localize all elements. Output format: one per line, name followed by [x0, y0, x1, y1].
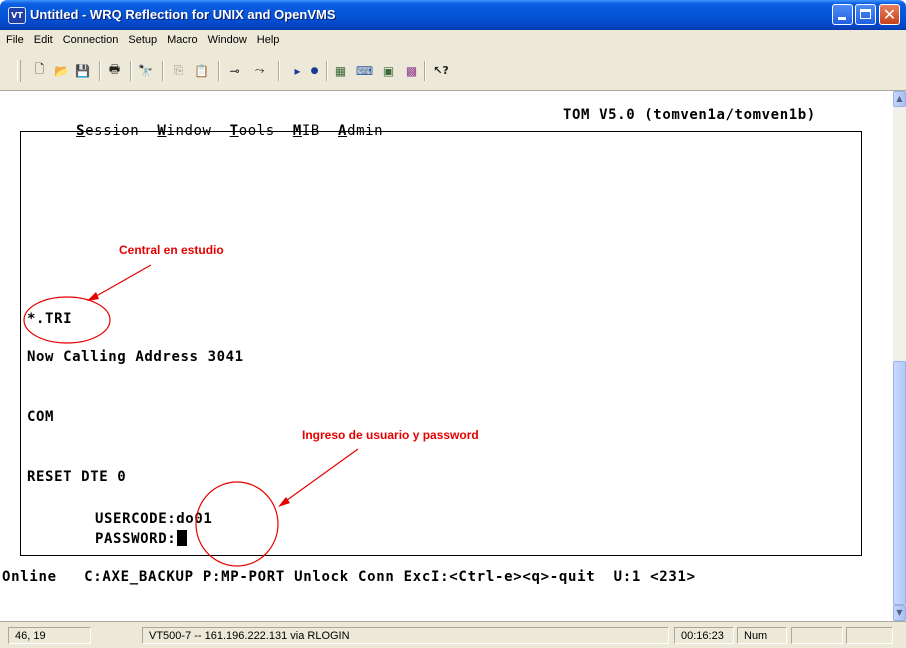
num-lock-indicator: Num	[737, 627, 787, 644]
close-button[interactable]: ✕	[879, 4, 900, 25]
menu-edit[interactable]: Edit	[29, 34, 58, 46]
toolbar-separator	[99, 61, 101, 81]
print-icon[interactable]: 🖶	[106, 62, 123, 79]
toolbar-grip[interactable]	[17, 60, 21, 82]
setup-icon[interactable]: ▦	[332, 62, 349, 79]
open-icon[interactable]: 📂	[53, 62, 70, 79]
cursor-position: 46, 19	[8, 627, 91, 644]
status-cell-empty	[791, 627, 843, 644]
colors-icon[interactable]: ▩	[403, 62, 420, 79]
window-title: Untitled - WRQ Reflection for UNIX and O…	[30, 7, 336, 22]
toolbar-separator	[218, 61, 220, 81]
copy-icon[interactable]: ⎘	[170, 62, 187, 79]
close-icon: ✕	[882, 5, 897, 24]
terminal-status-line: Online C:AXE_BACKUP P:MP-PORT Unlock Con…	[2, 569, 696, 585]
maximize-icon	[860, 9, 871, 19]
annotation-ingreso-usuario: Ingreso de usuario y password	[302, 428, 479, 442]
calling-address-line: Now Calling Address 3041	[27, 349, 244, 365]
toolbar-separator	[162, 61, 164, 81]
display-icon[interactable]: ▣	[380, 62, 397, 79]
usercode-label: USERCODE:	[95, 511, 177, 527]
tom-version: TOM V5.0 (tomven1a/tomven1b)	[563, 107, 816, 123]
menu-setup[interactable]: Setup	[123, 34, 162, 46]
password-line: PASSWORD:	[95, 530, 188, 547]
menu-macro[interactable]: Macro	[162, 34, 203, 46]
status-bar: 46, 19 VT500-7 -- 161.196.222.131 via RL…	[0, 621, 906, 648]
status-cell-empty	[846, 627, 893, 644]
scroll-thumb[interactable]	[893, 361, 906, 605]
app-icon[interactable]: VT	[8, 7, 26, 24]
exchange-prompt: *.TRI	[27, 311, 73, 327]
menu-file[interactable]: File	[0, 34, 29, 46]
toolbar-separator	[424, 61, 426, 81]
help-icon[interactable]: ↖?	[430, 62, 452, 79]
paste-icon[interactable]: 📋	[193, 62, 210, 79]
maximize-button[interactable]	[855, 4, 876, 25]
minimize-button[interactable]	[832, 4, 853, 25]
toolbar: 🗋 📂 💾 🖶 🔭 ⎘ 📋 ⊸ ⤳ ▸ ● ▦ ⌨ ▣ ▩ ↖?	[0, 50, 906, 91]
new-icon[interactable]: 🗋	[31, 62, 48, 79]
keyboard-icon[interactable]: ⌨	[356, 62, 373, 79]
scroll-down-button[interactable]: ▼	[893, 605, 906, 621]
menu-help[interactable]: Help	[252, 34, 285, 46]
play-macro-icon[interactable]: ▸	[289, 62, 306, 79]
scroll-up-button[interactable]: ▲	[893, 91, 906, 107]
connection-info: VT500-7 -- 161.196.222.131 via RLOGIN	[142, 627, 669, 644]
record-macro-icon[interactable]: ●	[306, 62, 323, 79]
connect-icon[interactable]: ⊸	[226, 62, 243, 79]
terminal-screen[interactable]: Session Window Tools MIB Admin TOM V5.0 …	[0, 91, 893, 621]
usercode-value[interactable]: do01	[176, 511, 212, 527]
toolbar-separator	[326, 61, 328, 81]
password-label: PASSWORD:	[95, 531, 177, 547]
menu-bar: File Edit Connection Setup Macro Window …	[0, 30, 906, 50]
reset-dte-line: RESET DTE 0	[27, 469, 127, 485]
menu-window[interactable]: Window	[203, 34, 252, 46]
find-icon[interactable]: 🔭	[137, 62, 154, 79]
toolbar-separator	[130, 61, 132, 81]
title-bar[interactable]: VT Untitled - WRQ Reflection for UNIX an…	[0, 0, 906, 30]
vertical-scrollbar[interactable]: ▲ ▼	[893, 91, 906, 621]
com-line: COM	[27, 409, 55, 425]
terminal-output-box	[20, 131, 862, 556]
save-icon[interactable]: 💾	[74, 62, 91, 79]
minimize-icon	[838, 17, 846, 20]
session-time: 00:16:23	[674, 627, 734, 644]
text-cursor[interactable]	[177, 530, 188, 546]
menu-connection[interactable]: Connection	[58, 34, 124, 46]
disconnect-icon[interactable]: ⤳	[251, 62, 268, 79]
usercode-line: USERCODE:do01	[95, 511, 212, 527]
annotation-central-en-estudio: Central en estudio	[119, 243, 224, 257]
toolbar-separator	[278, 61, 280, 81]
